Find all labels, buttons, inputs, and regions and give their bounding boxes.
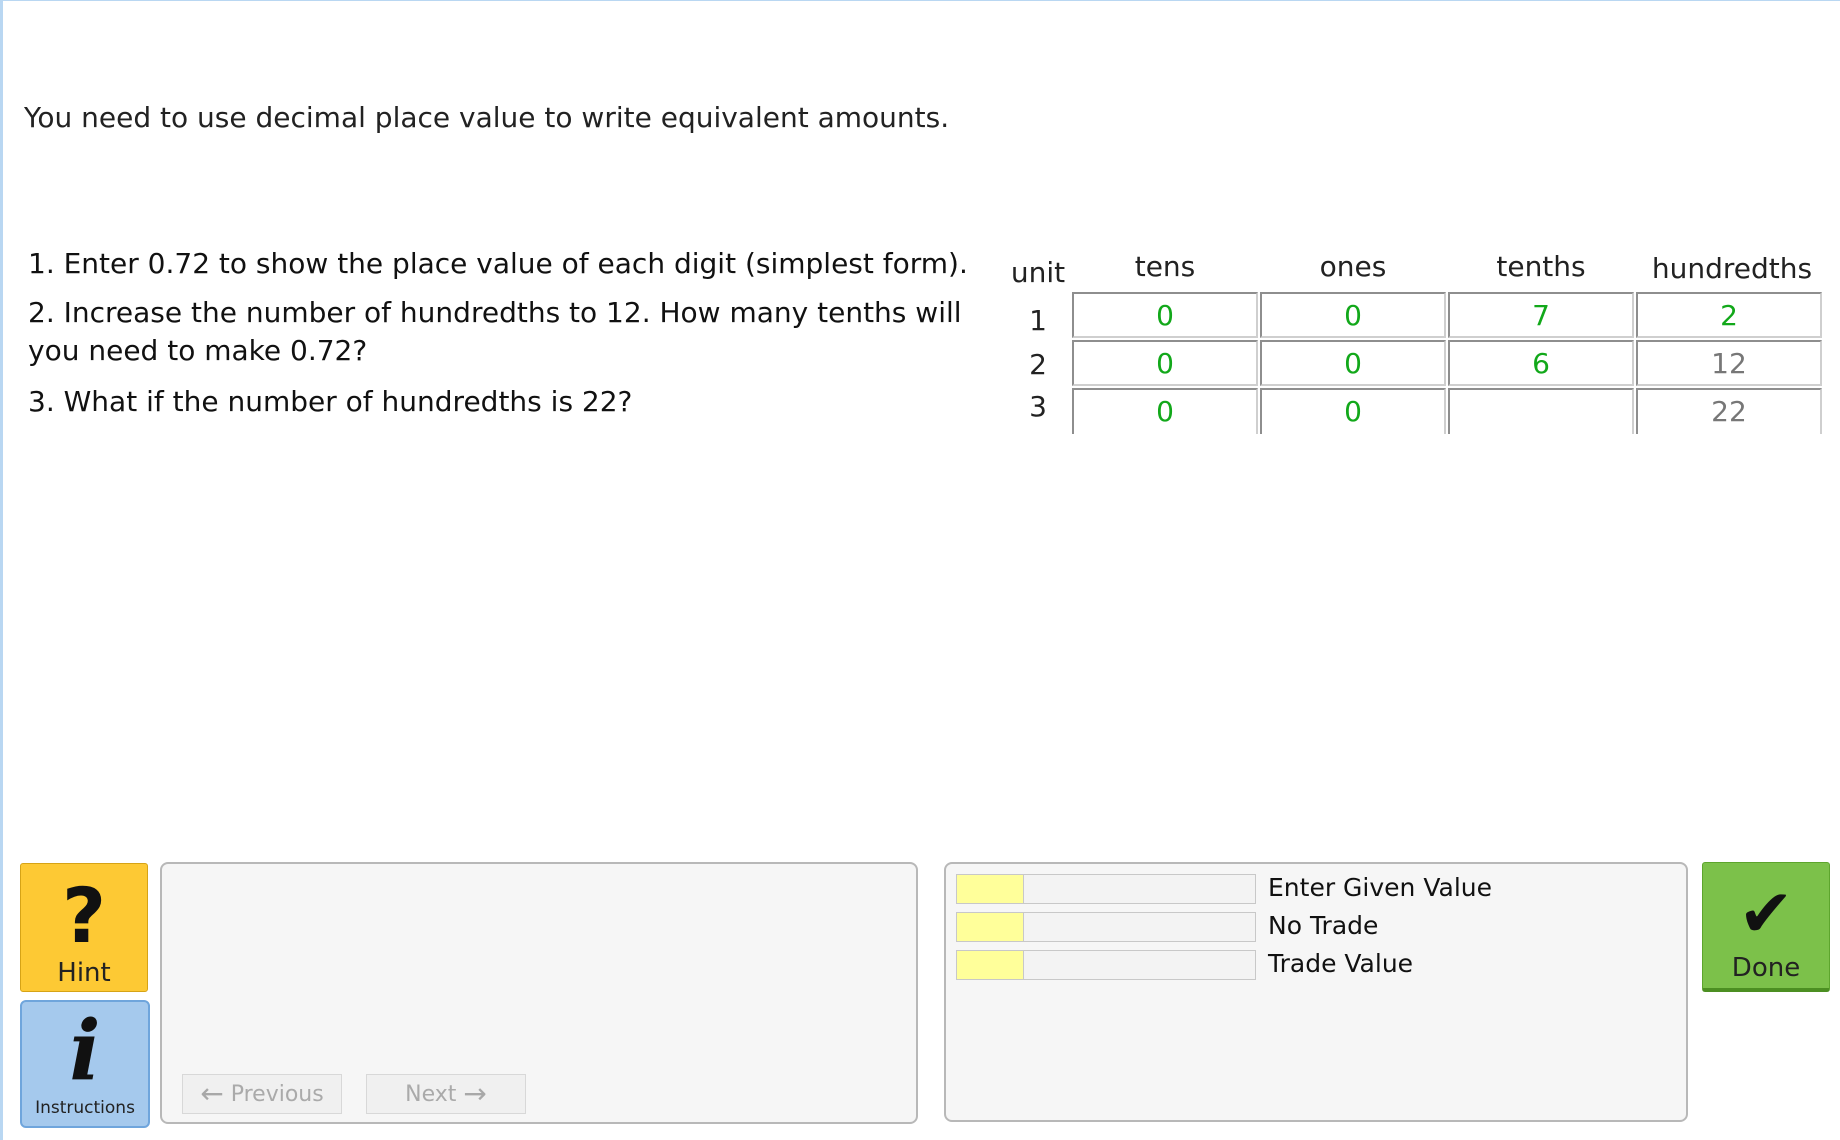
done-button-label: Done: [1731, 953, 1801, 983]
info-icon: i: [69, 1003, 101, 1099]
skill-label: Trade Value: [1268, 949, 1414, 978]
row-3-hundredths-value: 22: [1636, 388, 1822, 434]
step-3-text: 3. What if the number of hundredths is 2…: [28, 385, 633, 418]
instructions-button[interactable]: i Instructions: [20, 1000, 150, 1128]
row-3-tenths-input[interactable]: [1448, 388, 1634, 434]
skill-bar: [956, 912, 1256, 942]
hundredths-column-header: hundredths: [1651, 252, 1813, 285]
row-1-hundredths-input[interactable]: 2: [1636, 292, 1822, 338]
row-2-tens-input[interactable]: 0: [1072, 340, 1258, 386]
skill-bar-fill: [957, 951, 1024, 979]
previous-button-label: Previous: [230, 1082, 324, 1107]
row-label-2: 2: [1029, 348, 1047, 381]
frame-border-left: [0, 0, 3, 1140]
row-1-tenths-input[interactable]: 7: [1448, 292, 1634, 338]
skill-label: Enter Given Value: [1268, 873, 1492, 902]
row-3-ones-input[interactable]: 0: [1260, 388, 1446, 434]
row-1-ones-input[interactable]: 0: [1260, 292, 1446, 338]
next-button-label: Next: [405, 1082, 457, 1107]
skill-label: No Trade: [1268, 911, 1379, 940]
tenths-column-header: tenths: [1496, 250, 1586, 283]
row-1-tens-input[interactable]: 0: [1072, 292, 1258, 338]
skill-bar-fill: [957, 913, 1024, 941]
tens-column-header: tens: [1134, 250, 1196, 283]
done-button[interactable]: ✔ Done: [1702, 862, 1830, 992]
step-2-text: 2. Increase the number of hundredths to …: [28, 296, 962, 367]
question-mark-icon: ?: [61, 871, 107, 960]
ones-column-header: ones: [1319, 250, 1387, 283]
hint-message-panel: ← Previous Next →: [160, 862, 918, 1124]
arrow-left-icon: ←: [200, 1077, 224, 1110]
intro-text: You need to use decimal place value to w…: [24, 101, 950, 134]
checkmark-icon: ✔: [1738, 875, 1794, 952]
instructions-button-label: Instructions: [35, 1098, 135, 1118]
hint-button-label: Hint: [57, 958, 111, 988]
skill-bar-fill: [957, 875, 1024, 903]
row-label-1: 1: [1029, 304, 1047, 337]
row-2-hundredths-value: 12: [1636, 340, 1822, 386]
arrow-right-icon: →: [463, 1077, 487, 1110]
row-label-3: 3: [1029, 390, 1047, 423]
row-3-tens-input[interactable]: 0: [1072, 388, 1258, 434]
skill-bar: [956, 874, 1256, 904]
hint-button[interactable]: ? Hint: [20, 863, 148, 992]
unit-column-header: unit: [1010, 256, 1066, 289]
row-2-tenths-input[interactable]: 6: [1448, 340, 1634, 386]
frame-border-top: [0, 0, 1840, 1]
problem-steps: 1. Enter 0.72 to show the place value of…: [28, 244, 988, 422]
skill-bar: [956, 950, 1256, 980]
row-2-ones-input[interactable]: 0: [1260, 340, 1446, 386]
next-button[interactable]: Next →: [366, 1074, 526, 1114]
step-1-text: 1. Enter 0.72 to show the place value of…: [28, 247, 968, 280]
skill-meter-panel: Enter Given Value No Trade Trade Value: [944, 862, 1688, 1122]
previous-button[interactable]: ← Previous: [182, 1074, 342, 1114]
